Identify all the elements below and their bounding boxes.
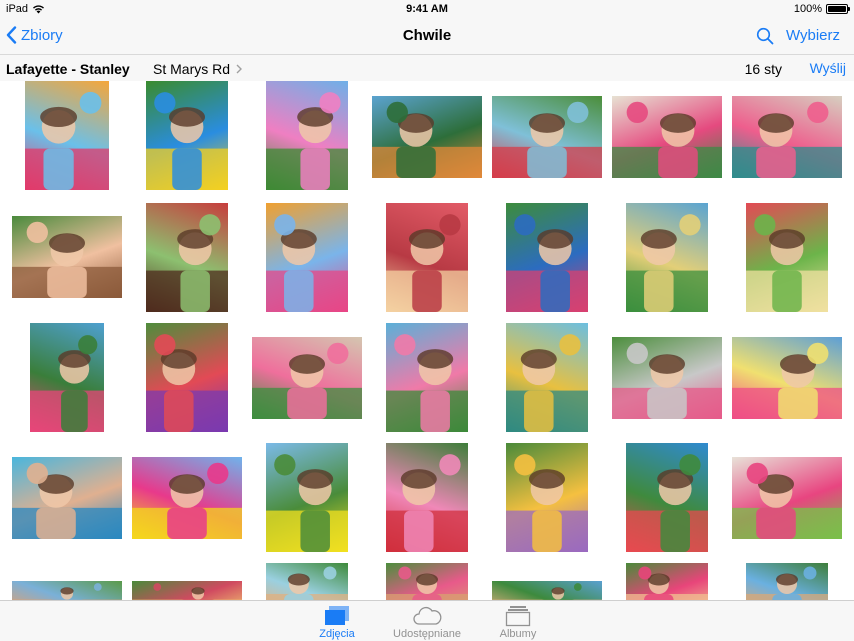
photo-thumbnail-girl-balloons-smiling[interactable] (266, 203, 348, 312)
moment-sublocation-link[interactable]: St Marys Rd (153, 61, 243, 77)
photo-image (732, 342, 842, 419)
photo-image (146, 92, 228, 190)
photo-thumbnail-girl-with-bracelet[interactable] (506, 323, 588, 432)
photo-thumbnail-bottom-row-2[interactable] (132, 581, 242, 600)
photo-image (732, 462, 842, 539)
battery-icon (826, 4, 850, 14)
photo-thumbnail-girl-eating-cupcake[interactable] (626, 203, 708, 312)
photo-image (146, 334, 228, 432)
photo-image (146, 214, 228, 312)
photo-thumbnail-kids-under-umbrella[interactable] (626, 443, 708, 552)
photo-thumbnail-girls-with-cupcakes[interactable] (612, 96, 722, 178)
moment-location: Lafayette - Stanley (6, 61, 130, 77)
status-bar: iPad 9:41 AM 100% (0, 0, 854, 18)
photo-image (746, 566, 828, 600)
photo-image (386, 454, 468, 552)
photo-thumbnail-boy-and-girl-lawn[interactable] (492, 96, 602, 178)
photo-image (12, 583, 122, 600)
photo-image (492, 583, 602, 600)
photo-thumbnail-girl-waving[interactable] (506, 443, 588, 552)
photo-thumbnail-girl-with-ice-cream[interactable] (30, 323, 104, 432)
chevron-right-icon (236, 64, 243, 74)
photo-thumbnail-bottom-row-5[interactable] (492, 581, 602, 600)
photo-image (626, 454, 708, 552)
photo-image (12, 462, 122, 539)
photo-image (612, 101, 722, 178)
photo-image (506, 334, 588, 432)
photo-image (252, 342, 362, 419)
moment-sublocation: St Marys Rd (153, 61, 231, 77)
photo-thumbnail-chocolate-cupcake[interactable] (146, 203, 228, 312)
albums-icon (505, 606, 531, 627)
photo-thumbnail-bottom-row-6[interactable] (626, 563, 708, 600)
photo-thumbnail-girl-purple-hat[interactable] (146, 323, 228, 432)
photo-thumbnail-boy-swimming-pool[interactable] (12, 457, 122, 539)
photo-image (266, 214, 348, 312)
tab-albums[interactable]: Albumy (473, 605, 563, 640)
photo-image (492, 101, 602, 178)
tab-photos[interactable]: Zdjęcia (292, 605, 382, 640)
photo-image (732, 101, 842, 178)
photo-image (25, 91, 109, 190)
photo-image (132, 583, 242, 600)
photo-image (506, 454, 588, 552)
photo-thumbnail-bottom-row-1[interactable] (12, 581, 122, 600)
photo-image (506, 214, 588, 312)
photo-image (12, 221, 122, 298)
photo-thumbnail-mother-hugging-girl[interactable] (12, 216, 122, 298)
battery-level (828, 6, 846, 12)
tab-shared[interactable]: Udostępniane (382, 605, 472, 640)
photo-thumbnail-balloons-sky[interactable] (132, 457, 242, 539)
tab-albums-label: Albumy (499, 628, 537, 640)
photo-thumbnail-girl-with-balloons-trees[interactable] (266, 81, 348, 190)
photo-thumbnail-girl-party-hat[interactable] (506, 203, 588, 312)
share-button[interactable]: Wyślij (810, 60, 846, 76)
photo-image (626, 214, 708, 312)
photo-image (266, 566, 348, 600)
photo-image (372, 101, 482, 178)
photos-icon (325, 606, 349, 625)
photo-thumbnail-mother-and-daughters[interactable] (732, 96, 842, 178)
status-time: 9:41 AM (406, 3, 448, 15)
search-icon (756, 27, 774, 45)
photo-image (626, 566, 708, 600)
tab-shared-label: Udostępniane (393, 628, 461, 640)
photo-thumbnail-bottom-row-3[interactable] (266, 563, 348, 600)
photo-thumbnail-girl-with-cake[interactable] (732, 337, 842, 419)
photo-thumbnail-mother-blowing-candles[interactable] (252, 337, 362, 419)
photo-grid (0, 81, 854, 600)
photo-thumbnail-girl-with-balloons[interactable] (25, 81, 109, 190)
photo-thumbnail-chips-bowl[interactable] (746, 203, 828, 312)
cloud-icon (413, 606, 442, 625)
photo-thumbnail-cupcakes-on-table[interactable] (386, 203, 468, 312)
photo-image (30, 335, 104, 432)
photo-thumbnail-girl-blowing-candles[interactable] (612, 337, 722, 419)
tab-bar: Zdjęcia Udostępniane Albumy (0, 600, 854, 641)
photo-thumbnail-kids-with-balloons[interactable] (386, 443, 468, 552)
moment-date: 16 sty (744, 61, 782, 77)
photo-thumbnail-colorful-decorations[interactable] (732, 457, 842, 539)
photo-image (386, 334, 468, 432)
photo-thumbnail-balloons-garden[interactable] (266, 443, 348, 552)
search-button[interactable] (756, 27, 774, 50)
photo-image (612, 342, 722, 419)
photo-image (386, 214, 468, 312)
photo-image (266, 92, 348, 190)
status-right: 100% (793, 3, 850, 15)
photo-thumbnail-balloons-on-lawn[interactable] (146, 81, 228, 190)
battery-percent: 100% (793, 3, 822, 15)
photo-thumbnail-bottom-row-7[interactable] (746, 563, 828, 600)
photo-image (386, 566, 468, 600)
photo-image (746, 214, 828, 312)
moment-header: Lafayette - Stanley St Marys Rd 16 sty W… (0, 54, 854, 81)
photo-thumbnail-girl-at-cake-table[interactable] (386, 323, 468, 432)
photo-thumbnail-bottom-row-4[interactable] (386, 563, 468, 600)
photo-image (132, 462, 242, 539)
select-button[interactable]: Wybierz (786, 27, 840, 44)
nav-bar: Zbiory Chwile Wybierz (0, 18, 854, 54)
photo-thumbnail-kids-by-pool[interactable] (372, 96, 482, 178)
photo-image (266, 454, 348, 552)
tab-photos-label: Zdjęcia (319, 628, 355, 640)
page-title: Chwile (402, 27, 452, 44)
